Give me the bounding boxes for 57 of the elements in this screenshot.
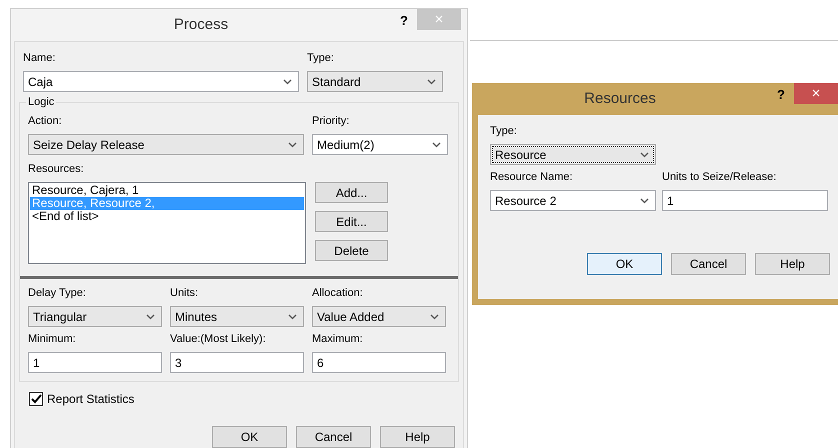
field-label: Delay Type: <box>28 287 86 300</box>
field-label: Resource Name: <box>490 171 573 184</box>
field-label: Minimum: <box>28 333 76 346</box>
field-label: Allocation: <box>312 287 363 300</box>
list-item[interactable]: Resource, Cajera, 1 <box>30 184 304 197</box>
chevron-down-icon <box>288 314 297 320</box>
chevron-down-icon <box>640 152 649 158</box>
checkbox[interactable] <box>29 392 43 406</box>
chevron-down-icon <box>283 78 292 84</box>
chevron-down-icon <box>146 314 155 320</box>
field-label: Resources: <box>28 163 84 175</box>
help-button[interactable]: ? <box>768 83 794 105</box>
dropdown[interactable]: Value Added <box>312 306 446 327</box>
chevron-down-icon <box>430 314 439 320</box>
dropdown[interactable]: Minutes <box>170 306 304 327</box>
window-title: Process <box>172 15 230 35</box>
input-field[interactable]: 1 <box>28 352 162 373</box>
dropdown[interactable]: Resource <box>490 144 656 165</box>
field-label: Type: <box>490 125 517 138</box>
dropdown[interactable]: Standard <box>307 71 443 92</box>
window-title: Resources <box>583 89 657 109</box>
field-label: Name: <box>23 52 56 65</box>
dialog-button[interactable]: Help <box>380 426 455 448</box>
input-field[interactable]: 1 <box>662 190 828 211</box>
chevron-down-icon <box>288 142 297 148</box>
chevron-down-icon <box>427 78 436 84</box>
field-label: Maximum: <box>312 333 363 346</box>
list-button[interactable]: Delete <box>315 240 388 261</box>
dropdown[interactable]: Seize Delay Release <box>28 134 304 155</box>
input-field[interactable]: 3 <box>170 352 304 373</box>
checkbox-label: Report Statistics <box>47 392 134 406</box>
list-button[interactable]: Add... <box>315 182 388 203</box>
close-button[interactable]: × <box>794 83 838 104</box>
field-label: Units to Seize/Release: <box>662 171 776 184</box>
group-label: Logic <box>26 96 56 108</box>
combo-box[interactable]: Caja <box>23 71 299 92</box>
list-item[interactable]: <End of list> <box>30 210 304 223</box>
field-label: Priority: <box>312 115 350 128</box>
list-button[interactable]: Edit... <box>315 211 388 232</box>
field-label: Type: <box>307 52 334 65</box>
dialog-button[interactable]: Cancel <box>671 253 746 275</box>
combo-box[interactable]: Medium(2) <box>312 134 448 155</box>
field-label: Action: <box>28 115 62 128</box>
field-label: Value:(Most Likely): <box>170 333 266 346</box>
combo-box[interactable]: Resource 2 <box>490 190 656 211</box>
dropdown[interactable]: Triangular <box>28 306 162 327</box>
resource-list[interactable]: Resource, Cajera, 1 Resource, Resource 2, <End of list> <box>28 182 306 264</box>
chevron-down-icon <box>640 198 649 204</box>
help-button[interactable]: ? <box>391 9 417 31</box>
dialog-button[interactable]: Help <box>755 253 830 275</box>
checkmark-icon <box>30 394 42 404</box>
dialog-button[interactable]: Cancel <box>296 426 371 448</box>
chevron-down-icon <box>432 142 441 148</box>
dialog-button[interactable]: OK <box>212 426 287 448</box>
input-field[interactable]: 6 <box>312 352 446 373</box>
dialog-button[interactable]: OK <box>587 253 662 275</box>
field-label: Units: <box>170 287 198 300</box>
